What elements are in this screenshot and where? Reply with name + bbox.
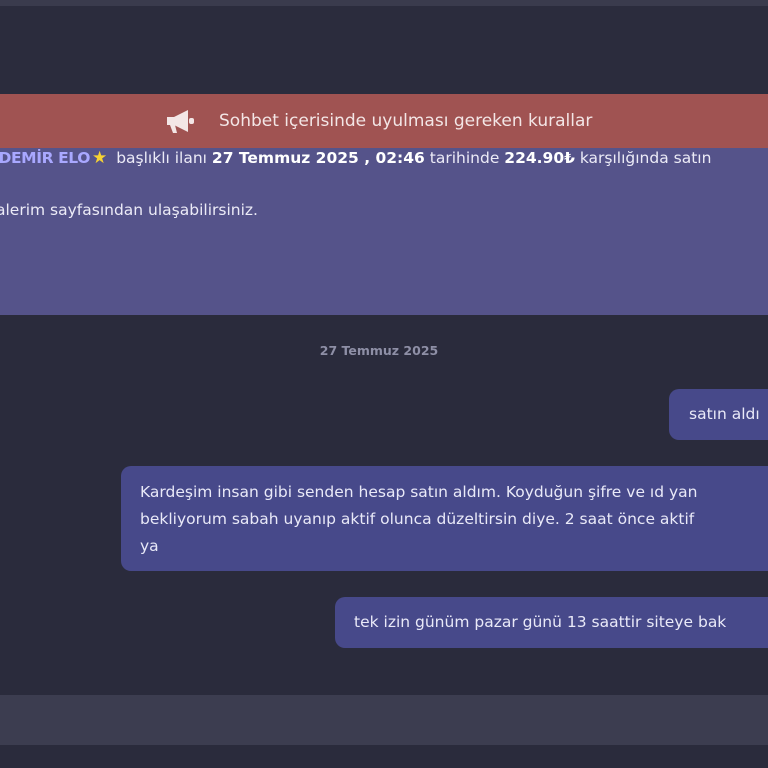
star-icon: ★: [92, 148, 108, 168]
order-price: 224.90₺: [504, 149, 575, 167]
message-text: ya: [140, 537, 159, 555]
megaphone-icon: [165, 107, 197, 135]
message-text: tek izin günüm pazar günü 13 saattir sit…: [354, 613, 727, 631]
message-text: Kardeşim insan gibi senden hesap satın a…: [140, 483, 698, 501]
order-info-text-2: tarihinde: [429, 149, 500, 167]
chat-rules-banner[interactable]: Sohbet içerisinde uyulması gereken kural…: [0, 94, 768, 148]
order-info-panel: R DEMİR ELO★ başlıklı ilanı 27 Temmuz 20…: [0, 148, 768, 315]
message-composer: [0, 695, 768, 745]
order-datetime: 27 Temmuz 2025 , 02:46: [211, 149, 425, 167]
chat-header: [0, 6, 768, 94]
bottom-area: [0, 745, 768, 768]
message-bubble: tek izin günüm pazar günü 13 saattir sit…: [335, 597, 768, 648]
message-input[interactable]: [0, 695, 768, 745]
order-info-text-1: başlıklı ilanı: [116, 149, 207, 167]
chat-date-separator: 27 Temmuz 2025: [319, 343, 439, 358]
message-bubble: satın aldı: [669, 389, 768, 440]
message-text: satın aldı: [689, 405, 760, 423]
order-info-line: R DEMİR ELO★ başlıklı ilanı 27 Temmuz 20…: [0, 148, 711, 168]
rules-banner-label: Sohbet içerisinde uyulması gereken kural…: [219, 111, 593, 131]
chat-page: Sohbet içerisinde uyulması gereken kural…: [0, 0, 768, 768]
order-info-note: alerim sayfasından ulaşabilirsiniz.: [0, 201, 258, 219]
listing-title-link[interactable]: R DEMİR ELO: [0, 149, 90, 167]
message-text: bekliyorum sabah uyanıp aktif olunca düz…: [140, 510, 695, 528]
order-info-text-3: karşılığında satın: [579, 149, 712, 167]
message-bubble: Kardeşim insan gibi senden hesap satın a…: [121, 466, 768, 571]
